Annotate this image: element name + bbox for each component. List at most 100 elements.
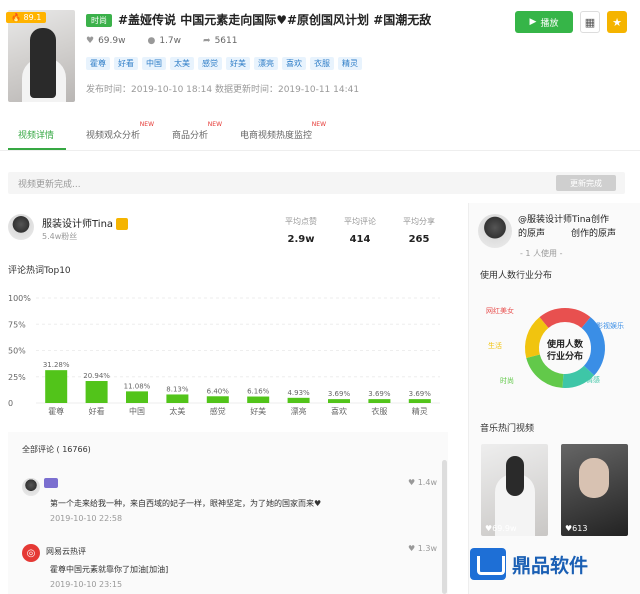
- music-name-line: @服装设计师Tina创作: [518, 215, 609, 225]
- keyword-tag[interactable]: 好美: [226, 57, 250, 70]
- star-icon: ★: [612, 15, 622, 29]
- y-tick-label: 50%: [8, 347, 26, 356]
- new-badge: NEW: [139, 121, 155, 128]
- author-avatar[interactable]: [8, 214, 34, 240]
- tab-label: 视频详情: [18, 131, 55, 141]
- hot-video-thumbnail[interactable]: ♥69.9w: [481, 444, 548, 536]
- chart-bar[interactable]: [328, 399, 350, 403]
- comment-user: 网易云热评: [46, 547, 86, 556]
- y-tick-label: 100%: [8, 294, 31, 303]
- chart-title: 评论热词Top10: [8, 266, 71, 276]
- netease-music-icon[interactable]: ◎: [22, 544, 40, 562]
- author-name[interactable]: 服装设计师Tina: [42, 215, 129, 230]
- comment-keyword-chart: 100% 75% 50% 25% 0 31.28% 霍尊 20.94% 好看 11.08% 中国 8…: [8, 294, 440, 416]
- comments-count: 1.7w: [159, 36, 182, 46]
- update-button[interactable]: 更新完成: [556, 175, 616, 191]
- tab-audience-analysis[interactable]: 视频观众分析 NEW: [86, 121, 154, 141]
- update-bar: [8, 172, 625, 194]
- tab-product-analysis[interactable]: 商品分析 NEW: [172, 121, 222, 141]
- comment-time: 2019-10-10 23:15: [50, 580, 123, 589]
- chart-bar[interactable]: [166, 394, 189, 403]
- x-tick-label: 衣服: [371, 406, 387, 416]
- keyword-tag[interactable]: 精灵: [338, 57, 362, 70]
- chart-bar[interactable]: [85, 381, 108, 403]
- tab-label: 商品分析: [172, 131, 209, 141]
- favorite-button[interactable]: ★: [607, 11, 627, 33]
- music-name[interactable]: @服装设计师Tina创作 的原声 创作的原声: [518, 213, 616, 241]
- donut-center-line: 使用人数: [546, 340, 583, 350]
- metric-avg-comments: 平均评论 414: [330, 216, 390, 245]
- keyword-tags: 霍尊 好看 中国 太美 感觉 好美 漂亮 喜欢 衣服 精灵: [86, 57, 362, 70]
- metric-label: 平均点赞: [285, 217, 317, 226]
- video-thumbnail[interactable]: [8, 10, 75, 102]
- keyword-tag[interactable]: 衣服: [310, 57, 334, 70]
- keyword-tag[interactable]: 喜欢: [282, 57, 306, 70]
- metric-value: 2.9w: [287, 234, 315, 245]
- bar-value-label: 4.93%: [287, 389, 310, 397]
- qr-code-button[interactable]: ▦: [580, 11, 600, 33]
- keyword-tag[interactable]: 中国: [142, 57, 166, 70]
- score-badge: 🔥 89.1: [6, 12, 47, 23]
- metric-label: 平均分享: [403, 217, 435, 226]
- donut-label: 影视娱乐: [596, 322, 624, 330]
- keyword-tag[interactable]: 霍尊: [86, 57, 110, 70]
- tab-bar: 视频详情 视频观众分析 NEW 商品分析 NEW 电商视频热度监控 NEW: [0, 117, 640, 151]
- update-status: 视频更新完成...: [18, 180, 81, 190]
- keyword-tag[interactable]: 感觉: [198, 57, 222, 70]
- shares-count: 5611: [214, 36, 238, 46]
- x-tick-label: 感觉: [210, 406, 226, 416]
- chart-bar[interactable]: [126, 391, 148, 403]
- donut-segment[interactable]: [539, 308, 591, 329]
- hot-video-likes: ♥613: [565, 524, 588, 533]
- bar-value-label: 11.08%: [124, 382, 151, 390]
- bar-value-label: 6.40%: [207, 387, 230, 395]
- hot-video-likes: ♥69.9w: [485, 524, 517, 533]
- chart-bar[interactable]: [206, 396, 229, 403]
- heart-icon: ♥: [408, 544, 416, 553]
- play-label: 播放: [540, 18, 559, 29]
- bar-value-label: 3.69%: [368, 390, 391, 398]
- heart-icon: ♥: [86, 36, 95, 46]
- music-avatar[interactable]: [478, 214, 512, 248]
- keyword-tag[interactable]: 太美: [170, 57, 194, 70]
- chart-bar[interactable]: [368, 399, 391, 403]
- comment-time: 2019-10-10 22:58: [50, 514, 123, 523]
- comment-likes[interactable]: ♥ 1.3w: [408, 544, 437, 553]
- chart-bar[interactable]: [287, 397, 310, 403]
- donut-label: 网红美女: [486, 307, 514, 315]
- music-name-part: 创作的原声: [571, 229, 617, 239]
- y-tick-label: 0: [8, 399, 13, 408]
- tab-ecommerce-monitor[interactable]: 电商视频热度监控 NEW: [240, 121, 326, 141]
- chart-bar[interactable]: [45, 370, 68, 403]
- tab-label: 电商视频热度监控: [240, 131, 313, 141]
- x-tick-label: 太美: [169, 406, 185, 416]
- hot-video-thumbnail[interactable]: ♥613: [561, 444, 628, 536]
- music-name-part: 的原声: [518, 229, 546, 239]
- donut-center-line: 行业分布: [546, 352, 583, 362]
- video-stats: ♥ 69.9w ● 1.7w ➦ 5611: [86, 36, 237, 46]
- keyword-tag[interactable]: 好看: [114, 57, 138, 70]
- commenter-avatar[interactable]: [22, 478, 40, 496]
- x-tick-label: 好美: [250, 406, 266, 416]
- bar-value-label: 20.94%: [83, 372, 110, 380]
- comment-text: 第一个走来给我一种，来自西域的妃子一样，眼神坚定，为了她的国家而来♥: [50, 499, 322, 508]
- shares-stat: ➦ 5611: [203, 36, 237, 46]
- logo-text: 鼎品软件: [512, 554, 589, 577]
- bar-value-label: 6.16%: [247, 388, 270, 396]
- tab-video-detail[interactable]: 视频详情: [18, 128, 54, 141]
- comment-icon: ●: [147, 36, 156, 46]
- new-badge: NEW: [311, 121, 327, 128]
- watermark-logo: 鼎品软件: [470, 548, 588, 580]
- play-button[interactable]: ▶ 播放: [515, 11, 573, 33]
- chart-bar[interactable]: [408, 399, 431, 403]
- chart-bar[interactable]: [247, 396, 270, 403]
- comment-likes[interactable]: ♥ 1.4w: [408, 478, 437, 487]
- donut-label: 情感: [586, 376, 600, 384]
- donut-center-label: 使用人数 行业分布: [540, 339, 590, 363]
- comments-scrollbar[interactable]: [442, 460, 447, 594]
- keyword-tag[interactable]: 漂亮: [254, 57, 278, 70]
- logo-icon: [470, 548, 506, 580]
- active-tab-underline: [8, 148, 66, 150]
- music-name-line: 的原声 创作的原声: [518, 227, 616, 241]
- category-tag: 时尚: [86, 14, 112, 27]
